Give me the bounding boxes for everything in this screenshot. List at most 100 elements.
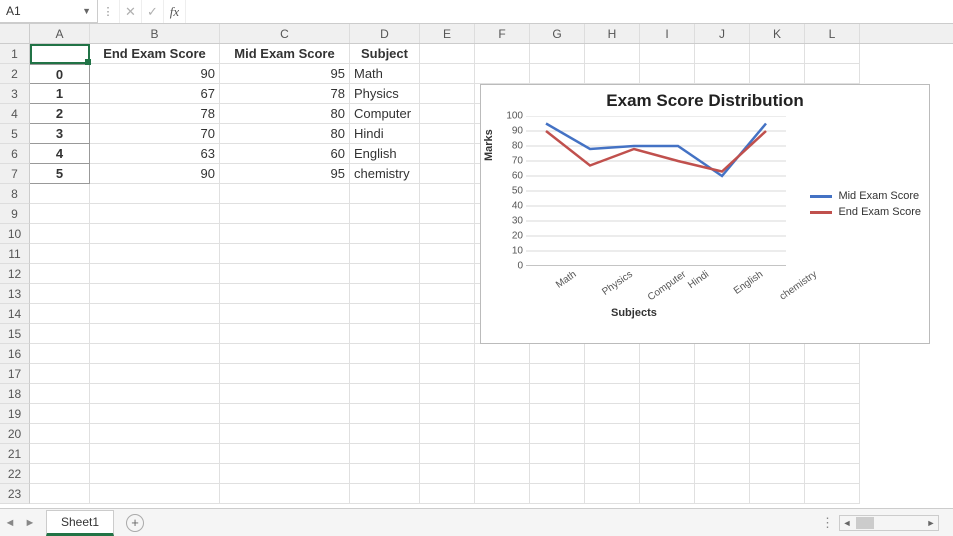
col-header-L[interactable]: L bbox=[805, 24, 860, 43]
cell[interactable] bbox=[30, 264, 90, 284]
cell[interactable] bbox=[90, 184, 220, 204]
cell[interactable] bbox=[695, 64, 750, 84]
cell[interactable] bbox=[420, 144, 475, 164]
cell[interactable] bbox=[220, 304, 350, 324]
cell[interactable] bbox=[90, 464, 220, 484]
cell[interactable]: 95 bbox=[220, 64, 350, 84]
cell[interactable] bbox=[695, 384, 750, 404]
cell[interactable]: 95 bbox=[220, 164, 350, 184]
cell[interactable] bbox=[90, 244, 220, 264]
col-header-C[interactable]: C bbox=[220, 24, 350, 43]
cell[interactable] bbox=[420, 424, 475, 444]
row-header-4[interactable]: 4 bbox=[0, 104, 30, 124]
cell[interactable] bbox=[695, 44, 750, 64]
cell[interactable] bbox=[220, 184, 350, 204]
cell[interactable] bbox=[420, 444, 475, 464]
cell[interactable] bbox=[420, 124, 475, 144]
cell[interactable]: Math bbox=[350, 64, 420, 84]
col-header-H[interactable]: H bbox=[585, 24, 640, 43]
cell[interactable] bbox=[475, 44, 530, 64]
cell[interactable] bbox=[475, 384, 530, 404]
cell[interactable] bbox=[350, 184, 420, 204]
cell[interactable] bbox=[30, 224, 90, 244]
scroll-thumb[interactable] bbox=[856, 517, 874, 529]
cell[interactable] bbox=[220, 384, 350, 404]
cell[interactable] bbox=[585, 344, 640, 364]
col-header-J[interactable]: J bbox=[695, 24, 750, 43]
cell[interactable] bbox=[30, 404, 90, 424]
row-header-21[interactable]: 21 bbox=[0, 444, 30, 464]
cell[interactable]: 78 bbox=[90, 104, 220, 124]
row-header-16[interactable]: 16 bbox=[0, 344, 30, 364]
cell[interactable] bbox=[585, 404, 640, 424]
name-box[interactable]: A1 ▼ bbox=[0, 0, 98, 23]
cell[interactable] bbox=[530, 424, 585, 444]
col-header-E[interactable]: E bbox=[420, 24, 475, 43]
cell[interactable] bbox=[805, 424, 860, 444]
cell[interactable] bbox=[30, 284, 90, 304]
cell[interactable] bbox=[30, 324, 90, 344]
cell[interactable] bbox=[475, 404, 530, 424]
cell[interactable] bbox=[530, 444, 585, 464]
cell[interactable] bbox=[695, 344, 750, 364]
cell[interactable] bbox=[640, 364, 695, 384]
cell[interactable] bbox=[585, 384, 640, 404]
cell[interactable]: 78 bbox=[220, 84, 350, 104]
cell[interactable] bbox=[350, 224, 420, 244]
cell[interactable] bbox=[805, 64, 860, 84]
cell[interactable] bbox=[750, 424, 805, 444]
cell[interactable] bbox=[695, 364, 750, 384]
cell[interactable] bbox=[220, 244, 350, 264]
more-icon[interactable]: ⋮ bbox=[98, 0, 120, 23]
cell[interactable] bbox=[30, 244, 90, 264]
cell[interactable] bbox=[530, 44, 585, 64]
cell[interactable] bbox=[695, 464, 750, 484]
row-header-2[interactable]: 2 bbox=[0, 64, 30, 84]
cell[interactable] bbox=[640, 44, 695, 64]
cell[interactable] bbox=[90, 324, 220, 344]
cell[interactable] bbox=[530, 404, 585, 424]
cell[interactable] bbox=[90, 204, 220, 224]
cell[interactable] bbox=[585, 444, 640, 464]
cell[interactable] bbox=[90, 364, 220, 384]
scroll-left-icon[interactable]: ◄ bbox=[840, 518, 854, 528]
cell[interactable] bbox=[750, 64, 805, 84]
cell[interactable]: 1 bbox=[30, 84, 90, 104]
cell[interactable]: 67 bbox=[90, 84, 220, 104]
cell[interactable] bbox=[750, 404, 805, 424]
cell[interactable] bbox=[640, 444, 695, 464]
cell[interactable] bbox=[350, 464, 420, 484]
cell[interactable] bbox=[350, 244, 420, 264]
cell[interactable] bbox=[805, 364, 860, 384]
cell[interactable] bbox=[420, 304, 475, 324]
cell[interactable] bbox=[220, 404, 350, 424]
horizontal-scrollbar[interactable]: ◄ ► bbox=[839, 515, 939, 531]
cell[interactable] bbox=[695, 444, 750, 464]
cell[interactable] bbox=[640, 484, 695, 504]
cell[interactable] bbox=[530, 364, 585, 384]
cell[interactable] bbox=[750, 464, 805, 484]
row-header-1[interactable]: 1 bbox=[0, 44, 30, 64]
cell[interactable] bbox=[220, 364, 350, 384]
cell[interactable] bbox=[420, 204, 475, 224]
cell[interactable]: 5 bbox=[30, 164, 90, 184]
scroll-right-icon[interactable]: ► bbox=[924, 518, 938, 528]
cell[interactable]: 4 bbox=[30, 144, 90, 164]
row-header-11[interactable]: 11 bbox=[0, 244, 30, 264]
cell[interactable] bbox=[640, 64, 695, 84]
cell[interactable]: English bbox=[350, 144, 420, 164]
cell[interactable] bbox=[475, 64, 530, 84]
cell[interactable] bbox=[220, 324, 350, 344]
row-header-14[interactable]: 14 bbox=[0, 304, 30, 324]
cell[interactable] bbox=[220, 344, 350, 364]
row-header-17[interactable]: 17 bbox=[0, 364, 30, 384]
cell[interactable] bbox=[475, 424, 530, 444]
cell[interactable] bbox=[350, 304, 420, 324]
cell[interactable] bbox=[420, 364, 475, 384]
cell[interactable] bbox=[350, 404, 420, 424]
row-header-12[interactable]: 12 bbox=[0, 264, 30, 284]
cell[interactable] bbox=[220, 464, 350, 484]
cell[interactable] bbox=[220, 224, 350, 244]
cell[interactable] bbox=[30, 344, 90, 364]
cell[interactable] bbox=[750, 384, 805, 404]
